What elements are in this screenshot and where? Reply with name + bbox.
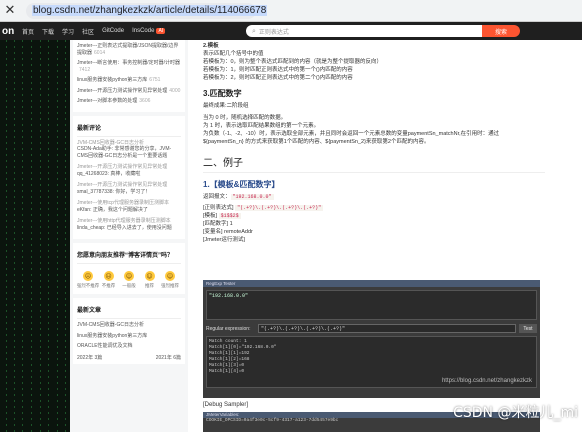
comment-item[interactable]: Jmeter---开源压力测试操作常见异常处理 qq_41268023: 真棒，收… (77, 164, 181, 177)
regex-input: "(.+?)\.(.+?)\.(.+?)\.(.+?)" (258, 324, 516, 333)
search-icon: ⌕ (252, 26, 256, 35)
paragraph: ${paymentSn_n} 的方式来获取第1个匹配的内容、${paymentS… (203, 139, 430, 145)
section-heading: 3.匹配数字 (203, 89, 242, 98)
archive-link[interactable]: 2022年 3篇 (77, 354, 102, 361)
card-title: 最新文章 (77, 301, 181, 319)
smile-icon: ☺ (144, 271, 155, 281)
test-button: Test (519, 324, 537, 333)
paragraph: 为负数（-1、-2、-10）时，表示选取全部元素，并且同时会返回一个元素总数的变… (203, 131, 500, 137)
paragraph: [Debug Sampler] (203, 402, 249, 408)
list-item[interactable]: Jmeter---对脚本参数的处理 3606 (77, 98, 181, 105)
nav-community[interactable]: 社区 (82, 27, 94, 36)
nav-home[interactable]: 首页 (22, 27, 34, 36)
smile-icon: ☺ (165, 271, 175, 281)
paragraph: 为 1 时，表示选取匹配结果数组的第一个元素。 (203, 123, 320, 129)
card-title: 您愿意向朋友推荐“博客详情页”吗？ (77, 246, 181, 264)
rating-option[interactable]: ☹ 不推荐 (100, 271, 118, 289)
site-top-nav: on 首页 下载 学习 社区 GitCode InsCode AI ⌕ 正则表达… (0, 22, 582, 40)
nav-learn[interactable]: 学习 (62, 27, 74, 36)
neutral-face-icon: ☺ (124, 271, 134, 281)
section-heading: 2.模板 (203, 43, 219, 49)
latest-comments-card: 最新评论 JVM-CMS回收器-GC日志分析 CSDN-Ada助手: 非常感谢您的… (73, 115, 185, 239)
regexp-tester-screenshot: RegExp Tester "192.168.0.0" Regular expr… (203, 280, 540, 398)
list-item[interactable]: linux服务器安装python第三方库 6751 (77, 77, 181, 84)
param-line: [变量名] remoteAddr (203, 229, 253, 235)
list-item[interactable]: ORACLE性能调优及文档 (77, 343, 181, 350)
rating-option[interactable]: ☺ 一般般 (120, 271, 138, 289)
rating-option[interactable]: ☺ 强烈推荐 (161, 271, 179, 289)
param-line: [正则表达式] "(.+?)\.(.+?)\.(.+?)\.(.+?)" (203, 205, 324, 211)
comment-item[interactable]: Jmeter---使用http代理服务器录制压测脚本 linda_cheap: 已… (77, 218, 181, 231)
paragraph: 最终成果:二阶段组 (203, 103, 249, 109)
param-line: 返回报文： "192.168.0.0" (203, 194, 274, 200)
nav-inscode[interactable]: InsCode (132, 28, 154, 34)
paragraph: 当为 0 时，随机选择匹配的数据。 (203, 115, 287, 121)
comment-item[interactable]: JVM-CMS回收器-GC日志分析 CSDN-Ada助手: 非常感谢您的分享，JV… (77, 140, 181, 160)
paragraph: 表示匹配几个括号中的值 (203, 51, 264, 57)
frown-icon: ☹ (83, 271, 93, 281)
section-heading: 二、例子 (203, 154, 545, 173)
search-button[interactable]: 搜索 (482, 25, 520, 37)
feedback-card: 您愿意向朋友推荐“博客详情页”吗？ ☹ 强烈不推荐 ☹ 不推荐 ☺ 一般般 ☺ 推荐 ☺… (73, 243, 185, 294)
list-item[interactable]: JVM-CMS回收器-GC日志分析 (77, 322, 181, 329)
search-input[interactable]: ⌕ 正则表达式 (246, 25, 482, 37)
nav-gitcode[interactable]: GitCode (102, 28, 124, 34)
expr-label: Regular expression: (206, 325, 251, 332)
comment-item[interactable]: Jmeter---开源压力测试操作常见异常处理 smal_37787338: 你好… (77, 182, 181, 195)
param-line: [模板] $1$$2$ (203, 213, 241, 219)
rating-option[interactable]: ☹ 强烈不推荐 (77, 271, 99, 289)
list-item[interactable]: Jmeter---断言使用：事务控制器/定时器/计时器7412 (77, 60, 181, 73)
list-item[interactable]: Jmeter---正则表达式提取器/JSON提取器/边界提取器 6014 (77, 43, 181, 56)
article-body: 2.模板 表示匹配几个括号中的值 若模板为：0，则为整个表达式匹配到的内容（就是… (196, 40, 552, 432)
param-line: [Jmeter运行测试] (203, 237, 245, 243)
url-field[interactable]: blog.csdn.net/zhangkezkzk/article/detail… (26, 2, 268, 19)
search-placeholder: 正则表达式 (258, 29, 289, 36)
tester-title: RegExp Tester (203, 280, 540, 287)
left-sidebar: Jmeter---正则表达式提取器/JSON提取器/边界提取器 6014 Jmet… (70, 40, 188, 432)
param-line: [匹配数字] 1 (203, 221, 233, 227)
url-text: blog.csdn.net/zhangkezkzk/article/detail… (32, 5, 268, 16)
archive-link[interactable]: 2021年 6篇 (156, 354, 181, 361)
site-logo[interactable]: on (0, 26, 22, 37)
background-decoration (0, 40, 70, 432)
list-item[interactable]: linux服务器安装python第三方库 (77, 333, 181, 340)
card-title: 最新评论 (77, 119, 181, 137)
browser-address-bar: ✕ blog.csdn.net/zhangkezkzk/article/deta… (0, 0, 582, 22)
frown-icon: ☹ (103, 271, 114, 281)
paragraph: 若模板为：0，则为整个表达式匹配到的内容（就是为整个提取器的反向） (203, 59, 383, 65)
close-icon[interactable]: ✕ (0, 0, 20, 22)
nav-download[interactable]: 下载 (42, 27, 54, 36)
comment-item[interactable]: Jmeter---使用tcp代理服务器录制压测脚本 eKfan: 正确，我这个问题… (77, 200, 181, 213)
list-item[interactable]: Jmeter---开源压力测试操作常见异常处理 4000 (77, 88, 181, 95)
paragraph: 若模板为：2，则时匹配正则表达式中的第二个()内匹配的内容 (203, 75, 353, 81)
rating-option[interactable]: ☺ 推荐 (141, 271, 159, 289)
section-heading: 1.【模板&匹配数字】 (203, 180, 280, 189)
tester-text-box: "192.168.0.0" (206, 290, 537, 320)
page-watermark: CSDN @米粒儿_mi (453, 405, 578, 421)
latest-articles-card: 最新文章 JVM-CMS回收器-GC日志分析 linux服务器安装python第… (73, 298, 185, 364)
paragraph: 若模板为：1，则时匹配正则表达式中的第一个()内匹配的内容 (203, 67, 353, 73)
image-watermark: https://blog.csdn.net/zhangkezkzk (441, 378, 532, 384)
ai-badge: AI (156, 28, 166, 34)
recent-articles-card: Jmeter---正则表达式提取器/JSON提取器/边界提取器 6014 Jmet… (73, 40, 185, 112)
